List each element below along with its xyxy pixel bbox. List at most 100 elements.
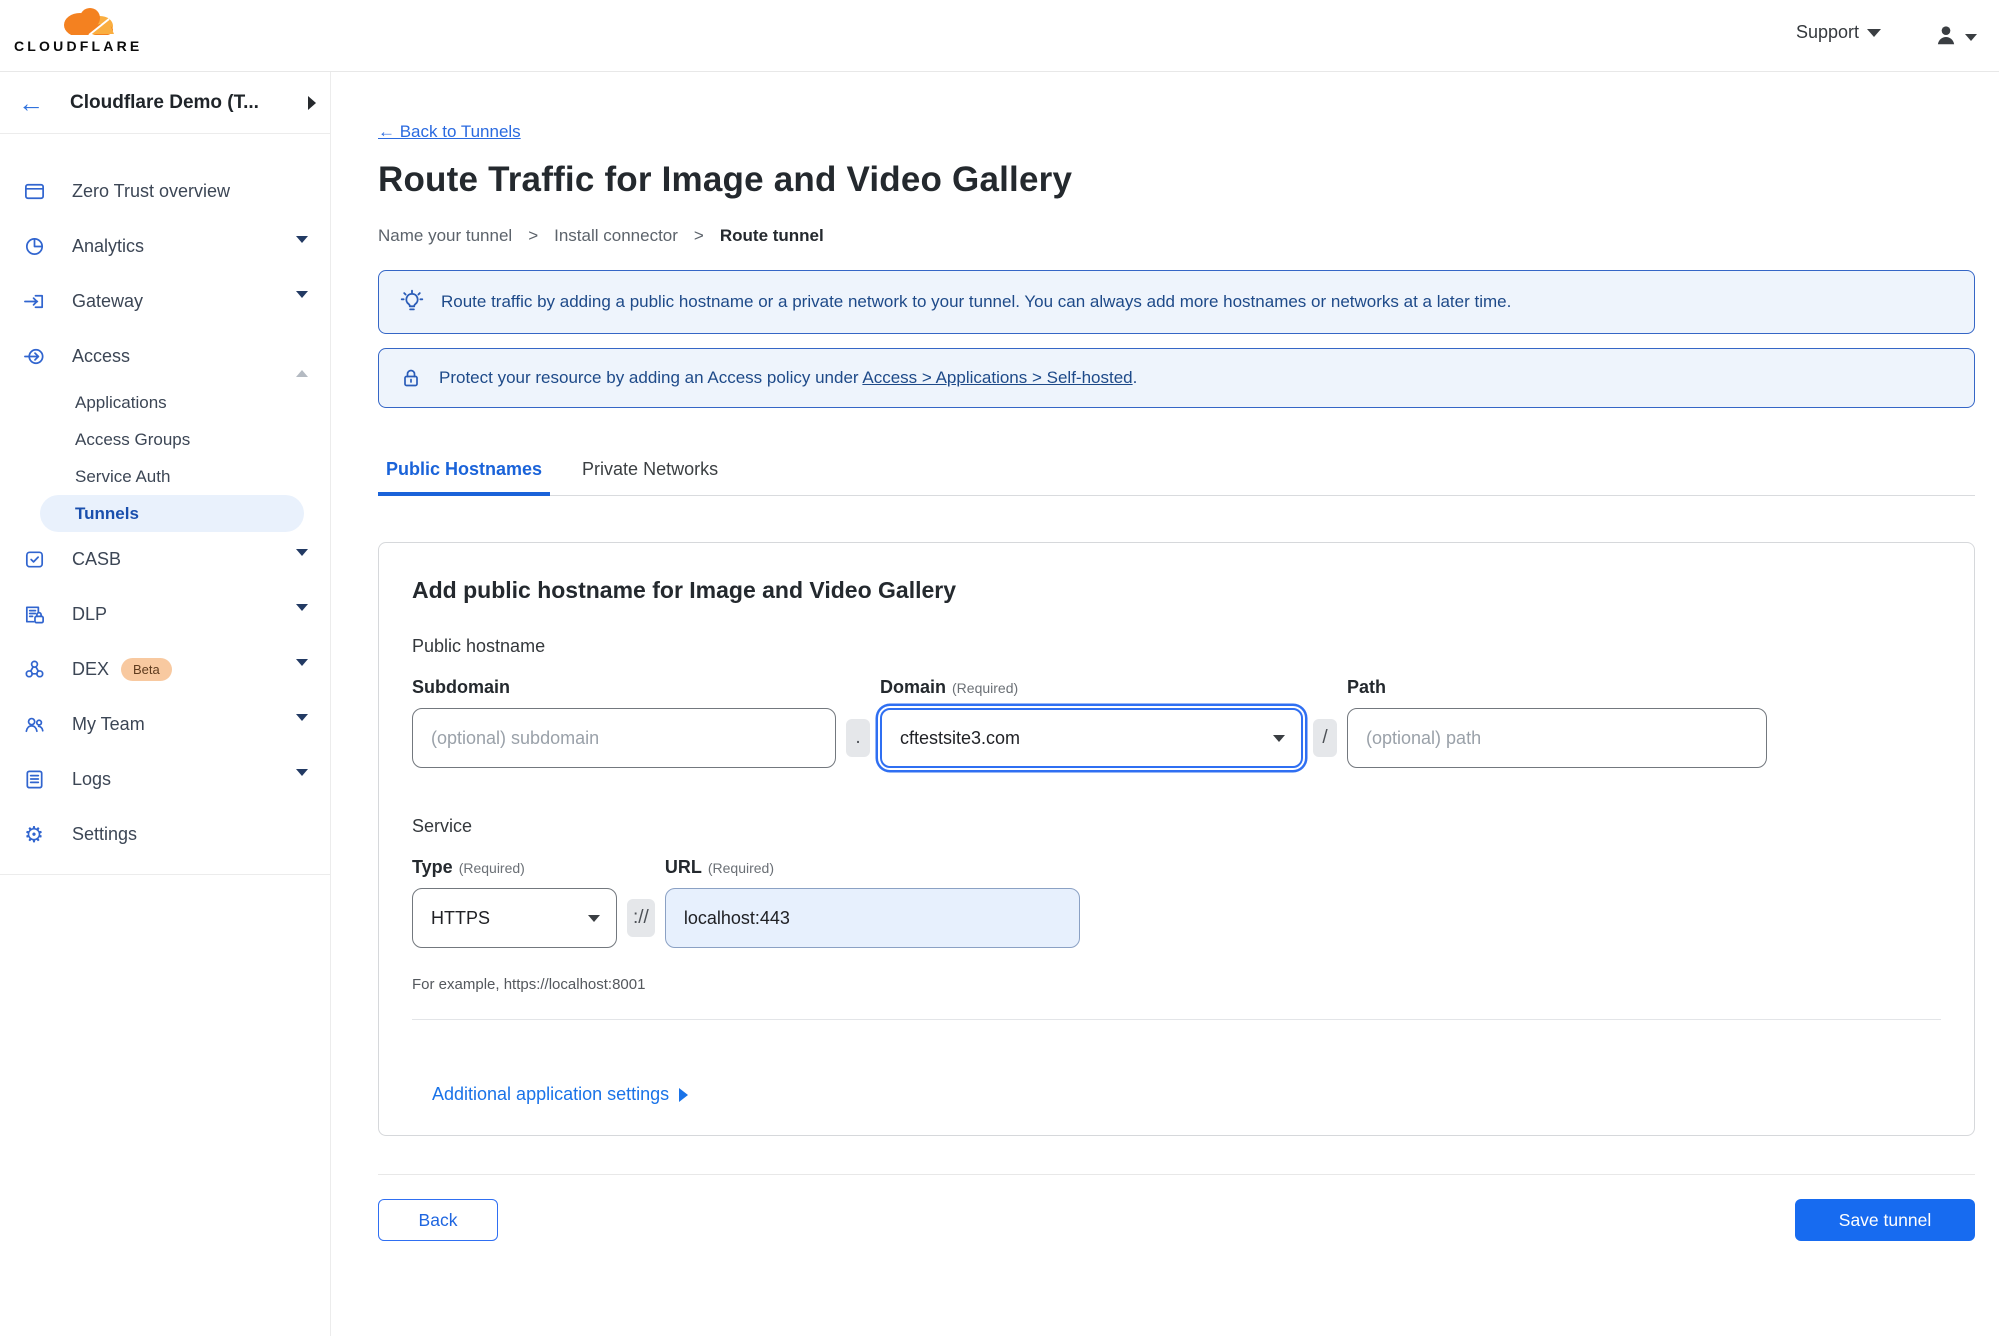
breadcrumb-step-install-connector: Install connector xyxy=(554,226,678,245)
chevron-down-icon xyxy=(1273,734,1285,742)
domain-select[interactable]: cftestsite3.com xyxy=(880,708,1303,768)
service-field-row: Type (Required) HTTPS :// URL (Required) xyxy=(412,857,1941,948)
path-input[interactable] xyxy=(1347,708,1767,768)
sidebar-item-access[interactable]: Access xyxy=(0,329,330,384)
required-note: (Required) xyxy=(458,860,525,876)
support-label: Support xyxy=(1795,22,1859,42)
sidebar-item-service-auth[interactable]: Service Auth xyxy=(0,458,330,495)
sidebar-item-casb[interactable]: CASB xyxy=(0,532,330,587)
tab-public-hostnames[interactable]: Public Hostnames xyxy=(378,459,551,496)
path-label: Path xyxy=(1347,677,1387,697)
sidebar-subitem-label: Tunnels xyxy=(75,503,139,523)
sidebar-item-label: My Team xyxy=(72,714,145,734)
sidebar-item-applications[interactable]: Applications xyxy=(0,384,330,421)
sidebar-item-my-team[interactable]: My Team xyxy=(0,697,330,752)
sidebar-subitem-label: Access Groups xyxy=(75,429,191,449)
footer-divider xyxy=(378,1174,1975,1175)
sidebar-expand-icon[interactable] xyxy=(308,95,316,110)
url-label: URL (Required) xyxy=(664,857,774,877)
card-divider xyxy=(412,1019,1941,1020)
sidebar-nav: Zero Trust overview Analytics Gateway Ac… xyxy=(0,134,330,875)
back-button[interactable]: Back xyxy=(378,1199,498,1241)
top-bar: CLOUDFLARE Support xyxy=(0,0,1999,72)
sidebar-item-label: Zero Trust overview xyxy=(72,181,231,201)
window-icon xyxy=(22,180,46,204)
add-public-hostname-card: Add public hostname for Image and Video … xyxy=(378,542,1975,1136)
wizard-footer: Back Save tunnel xyxy=(378,1199,1975,1241)
service-type-value: HTTPS xyxy=(431,907,491,928)
cloudflare-cloud-icon xyxy=(14,4,166,38)
sidebar-item-analytics[interactable]: Analytics xyxy=(0,219,330,274)
sidebar-item-tunnels[interactable]: Tunnels xyxy=(40,495,304,532)
back-to-tunnels-link[interactable]: ← Back to Tunnels xyxy=(378,122,521,142)
cloudflare-logo-text: CLOUDFLARE xyxy=(14,38,143,54)
chevron-down-icon xyxy=(296,713,308,739)
hostname-tabs: Public Hostnames Private Networks xyxy=(378,458,1975,496)
slash-separator: / xyxy=(1313,719,1337,757)
tab-private-networks[interactable]: Private Networks xyxy=(574,459,726,496)
domain-label: Domain (Required) xyxy=(880,677,1019,697)
sidebar-subitem-label: Applications xyxy=(75,392,167,412)
chevron-down-icon xyxy=(1867,28,1881,37)
pie-chart-icon xyxy=(22,235,46,259)
sidebar-divider xyxy=(0,874,330,875)
gear-icon: ⚙ xyxy=(24,821,44,847)
subdomain-label: Subdomain xyxy=(412,677,510,697)
user-menu[interactable] xyxy=(1933,22,1977,53)
access-policy-text: Protect your resource by adding an Acces… xyxy=(439,368,863,387)
support-menu[interactable]: Support xyxy=(1796,22,1881,43)
dot-separator: . xyxy=(846,719,870,757)
route-traffic-info-banner: Route traffic by adding a public hostnam… xyxy=(378,270,1975,334)
chevron-down-icon xyxy=(296,603,308,629)
hostname-field-row: Subdomain . Domain(Required) cftestsite3… xyxy=(412,677,1941,768)
service-type-select[interactable]: HTTPS xyxy=(412,888,617,948)
chevron-down-icon xyxy=(296,768,308,794)
sidebar-item-label: Logs xyxy=(72,769,112,789)
document-lock-icon xyxy=(22,603,46,627)
access-login-icon xyxy=(22,345,46,369)
sidebar-item-label: Access xyxy=(72,346,131,366)
page-title: Route Traffic for Image and Video Galler… xyxy=(378,160,1073,199)
sidebar-item-settings[interactable]: ⚙ Settings xyxy=(0,807,330,862)
lock-icon xyxy=(399,366,423,390)
log-list-icon xyxy=(22,768,46,792)
back-arrow-icon[interactable]: ← xyxy=(18,90,44,116)
sidebar-account-header: ← Cloudflare Demo (T... xyxy=(0,72,330,134)
breadcrumb-step-name-your-tunnel: Name your tunnel xyxy=(378,226,513,245)
breadcrumb-separator: > xyxy=(528,226,539,245)
cloudflare-logo[interactable]: CLOUDFLARE xyxy=(14,4,166,54)
service-section-label: Service xyxy=(412,816,473,836)
sidebar-item-zero-trust-overview[interactable]: Zero Trust overview xyxy=(0,164,330,219)
account-name[interactable]: Cloudflare Demo (T... xyxy=(70,92,308,114)
chevron-down-icon xyxy=(588,914,600,922)
user-icon xyxy=(1933,22,1959,53)
required-note: (Required) xyxy=(952,680,1019,696)
domain-select-value: cftestsite3.com xyxy=(900,727,1021,748)
public-hostname-section-label: Public hostname xyxy=(412,636,546,656)
sidebar-item-label: Settings xyxy=(72,824,138,844)
network-nodes-icon xyxy=(22,658,46,682)
sidebar-item-label: DEX xyxy=(72,659,110,679)
sidebar-item-gateway[interactable]: Gateway xyxy=(0,274,330,329)
lightbulb-icon xyxy=(399,289,425,315)
access-applications-self-hosted-link[interactable]: Access > Applications > Self-hosted xyxy=(862,368,1132,387)
chevron-down-icon xyxy=(296,658,308,684)
additional-application-settings-toggle[interactable]: Additional application settings xyxy=(432,1084,689,1105)
main-content: ← Back to Tunnels Route Traffic for Imag… xyxy=(332,72,1999,1336)
additional-settings-label: Additional application settings xyxy=(432,1084,670,1104)
subdomain-input[interactable] xyxy=(412,708,836,768)
access-policy-text-suffix: . xyxy=(1132,368,1138,387)
save-tunnel-button[interactable]: Save tunnel xyxy=(1795,1199,1975,1241)
sidebar-item-logs[interactable]: Logs xyxy=(0,752,330,807)
sidebar-item-access-groups[interactable]: Access Groups xyxy=(0,421,330,458)
chevron-down-icon xyxy=(1965,34,1977,41)
required-note: (Required) xyxy=(707,860,774,876)
card-heading: Add public hostname for Image and Video … xyxy=(412,577,957,603)
sidebar-item-dex[interactable]: DEX Beta xyxy=(0,642,330,697)
sidebar-item-label: DLP xyxy=(72,604,108,624)
chevron-down-icon xyxy=(296,548,308,574)
service-url-input[interactable] xyxy=(664,888,1080,948)
sidebar-item-dlp[interactable]: DLP xyxy=(0,587,330,642)
chevron-down-icon xyxy=(296,235,308,261)
access-policy-banner: Protect your resource by adding an Acces… xyxy=(378,348,1975,408)
